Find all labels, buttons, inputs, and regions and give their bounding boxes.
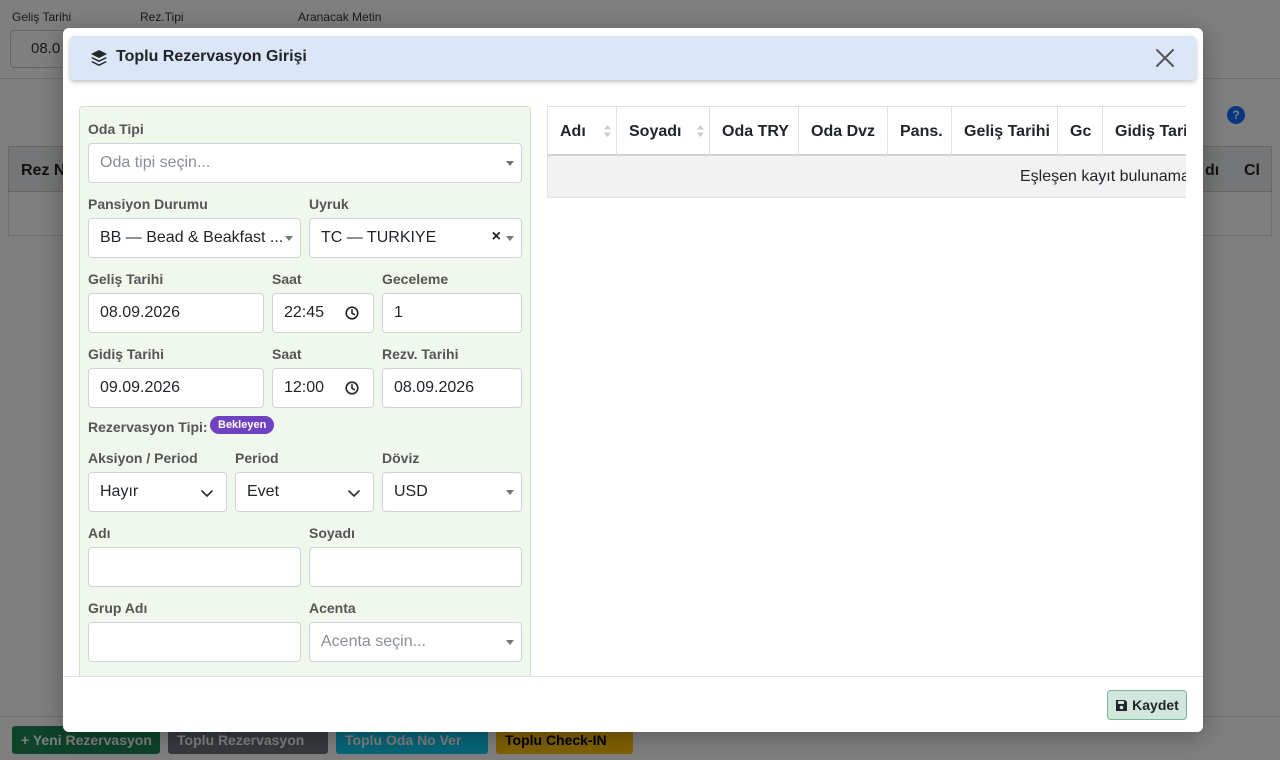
th-last-name[interactable]: Soyadı [617, 107, 710, 155]
table-header: Adı Soyadı Oda TRY Oda Dvz Pans. Geliş T… [547, 106, 1186, 156]
chevron-down-icon [201, 490, 213, 497]
th-departure-date[interactable]: Gidiş Tarihi [1103, 107, 1186, 155]
res-date-label: Rezv. Tarihi [382, 346, 459, 362]
table-empty-row: Eşleşen kayıt bulunamadı [547, 156, 1186, 198]
caret-down-icon [285, 236, 293, 241]
arrival-time-label: Saat [272, 271, 302, 287]
action-period-select[interactable]: Hayır [88, 472, 227, 512]
departure-time-label: Saat [272, 346, 302, 362]
group-name-label: Grup Adı [88, 600, 148, 616]
departure-date-input[interactable]: 09.09.2026 [88, 368, 264, 408]
board-select[interactable]: BB — Bead & Beakfast ... [88, 218, 301, 258]
save-label: Kaydet [1132, 697, 1179, 713]
bulk-reservation-modal: Toplu Rezervasyon Girişi Oda Tipi Oda ti… [63, 28, 1203, 732]
agency-label: Acenta [309, 600, 356, 616]
arrival-date-label: Geliş Tarihi [88, 271, 164, 287]
action-period-label: Aksiyon / Period [88, 450, 198, 466]
arrival-date-input[interactable]: 08.09.2026 [88, 293, 264, 333]
room-type-select[interactable]: Oda tipi seçin... [88, 143, 522, 183]
sort-icon [604, 125, 611, 137]
last-name-label: Soyadı [309, 525, 355, 541]
reservation-form: Oda Tipi Oda tipi seçin... Pansiyon Duru… [79, 106, 531, 676]
res-type-label: Rezervasyon Tipi: [88, 419, 208, 435]
departure-date-label: Gidiş Tarihi [88, 346, 164, 362]
sort-icon [697, 125, 704, 137]
res-type-badge: Bekleyen [210, 416, 275, 434]
empty-message: Eşleşen kayıt bulunamadı [1020, 168, 1186, 185]
modal-title: Toplu Rezervasyon Girişi [116, 48, 307, 65]
nights-input[interactable]: 1 [382, 293, 522, 333]
clock-icon[interactable] [345, 381, 359, 395]
modal-body: Oda Tipi Oda tipi seçin... Pansiyon Duru… [63, 80, 1203, 676]
caret-down-icon [506, 640, 514, 645]
first-name-label: Adı [88, 525, 111, 541]
currency-label: Döviz [382, 450, 420, 466]
modal-header: Toplu Rezervasyon Girişi [70, 36, 1196, 80]
period-label: Period [235, 450, 279, 466]
th-room-fx[interactable]: Oda Dvz [799, 107, 888, 155]
clock-icon[interactable] [345, 306, 359, 320]
nationality-label: Uyruk [309, 196, 349, 212]
th-room-try[interactable]: Oda TRY [710, 107, 799, 155]
nationality-select[interactable]: TC — TURKIYE × [309, 218, 522, 258]
th-arrival-date[interactable]: Geliş Tarihi [952, 107, 1058, 155]
th-nights[interactable]: Gc [1058, 107, 1103, 155]
currency-select[interactable]: USD [382, 472, 522, 512]
clear-icon[interactable]: × [492, 228, 501, 246]
close-icon[interactable] [1154, 47, 1176, 69]
arrival-time-input[interactable]: 22:45 [272, 293, 374, 333]
layers-icon [91, 50, 107, 66]
room-type-label: Oda Tipi [88, 121, 144, 137]
modal-footer: Kaydet [63, 676, 1203, 732]
res-date-input[interactable]: 08.09.2026 [382, 368, 522, 408]
save-button[interactable]: Kaydet [1107, 690, 1187, 720]
save-icon [1116, 699, 1128, 711]
chevron-down-icon [348, 490, 360, 497]
period-select[interactable]: Evet [235, 472, 374, 512]
th-first-name[interactable]: Adı [548, 107, 617, 155]
group-name-input[interactable] [88, 622, 301, 662]
last-name-input[interactable] [309, 547, 522, 587]
caret-down-icon [506, 490, 514, 495]
nights-label: Geceleme [382, 271, 449, 287]
departure-time-input[interactable]: 12:00 [272, 368, 374, 408]
agency-select[interactable]: Acenta seçin... [309, 622, 522, 662]
caret-down-icon [506, 161, 514, 166]
caret-down-icon [506, 236, 514, 241]
board-label: Pansiyon Durumu [88, 196, 208, 212]
first-name-input[interactable] [88, 547, 301, 587]
reservations-table: Adı Soyadı Oda TRY Oda Dvz Pans. Geliş T… [547, 106, 1186, 198]
th-board[interactable]: Pans. [888, 107, 952, 155]
